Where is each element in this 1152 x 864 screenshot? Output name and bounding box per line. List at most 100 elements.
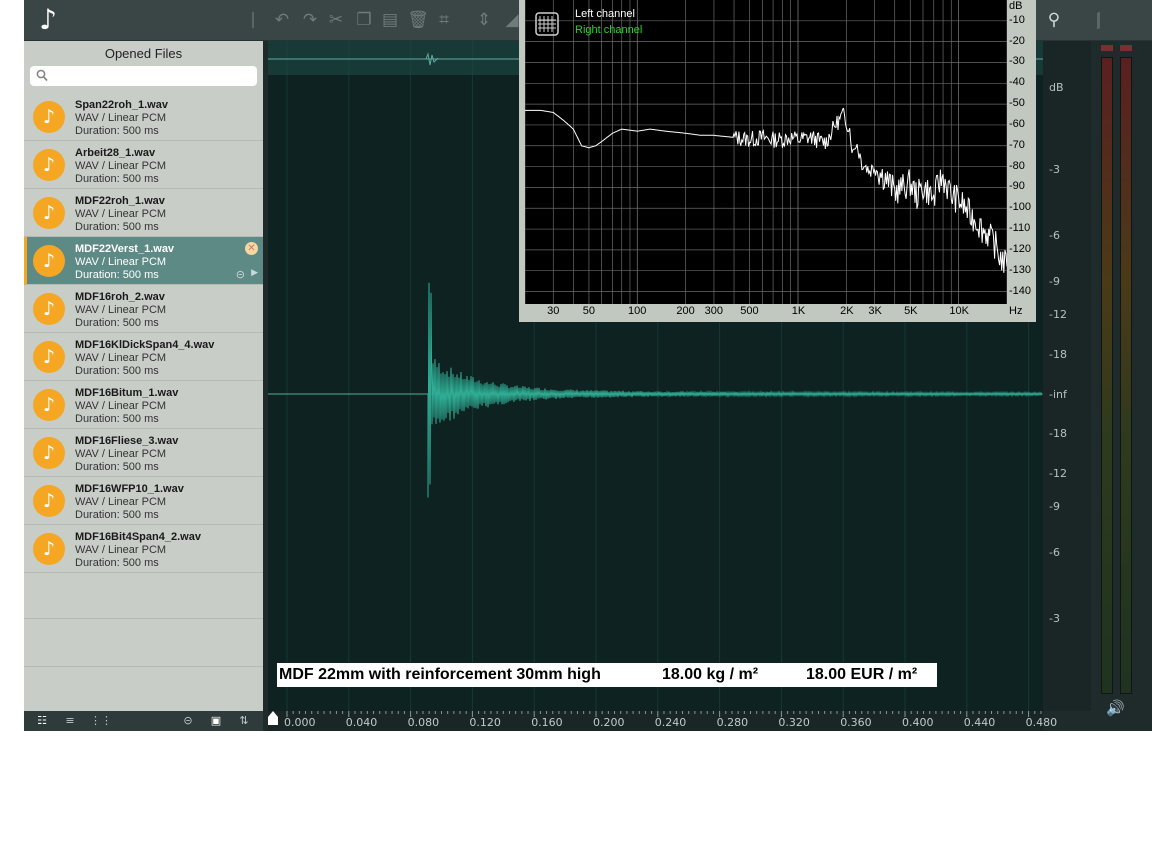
file-duration: Duration: 500 ms <box>75 365 159 377</box>
spectrum-x-tick-label: 500 <box>740 305 759 317</box>
file-list-item[interactable]: ♪ MDF16Bitum_1.wav WAV / Linear PCM Duratio… <box>24 381 263 429</box>
time-tick-label: 0.480 <box>1025 716 1058 729</box>
spectrum-y-tick-label: -10 <box>1009 13 1025 26</box>
file-format: WAV / Linear PCM <box>75 544 167 556</box>
app-logo-icon[interactable]: ♪ <box>34 4 62 36</box>
crop-icon[interactable]: ⌗ <box>432 8 456 32</box>
file-name: MDF22Verst_1.wav <box>75 243 175 255</box>
redo-icon[interactable]: ↷ <box>298 8 322 32</box>
close-file-icon[interactable]: ✕ <box>245 242 258 255</box>
link-icon[interactable]: ⊝ <box>180 713 196 729</box>
file-format: WAV / Linear PCM <box>75 256 167 268</box>
file-duration: Duration: 500 ms <box>75 509 159 521</box>
audio-file-icon: ♪ <box>33 197 65 229</box>
playhead-marker <box>268 711 278 725</box>
file-list-item[interactable]: ♪ Arbeit28_1.wav WAV / Linear PCM Duration:… <box>24 141 263 189</box>
file-list-item[interactable]: ♪ MDF22Verst_1.wav WAV / Linear PCM Duratio… <box>24 237 263 285</box>
spectrum-y-tick-label: -110 <box>1009 222 1031 235</box>
divider <box>24 618 263 619</box>
audio-file-icon: ♪ <box>33 293 65 325</box>
right-peak-indicator <box>1120 45 1132 51</box>
delete-icon[interactable]: 🗑 <box>406 8 430 32</box>
cut-icon[interactable]: ✂ <box>324 8 348 32</box>
play-icon[interactable]: ▶ <box>251 268 258 278</box>
toolbar-separator <box>252 12 254 28</box>
file-format: WAV / Linear PCM <box>75 400 167 412</box>
spectrum-x-tick-label: 300 <box>704 305 724 317</box>
paste-icon[interactable]: ▤ <box>378 8 402 32</box>
spectrum-y-unit: dB <box>1009 0 1023 12</box>
audio-file-icon: ♪ <box>33 149 65 181</box>
file-list-item[interactable]: ♪ MDF16KlDickSpan4_4.wav WAV / Linear PCM D… <box>24 333 263 381</box>
db-tick-label: -18 <box>1049 348 1067 361</box>
file-format: WAV / Linear PCM <box>75 352 167 364</box>
link-icon[interactable]: ⊝ <box>236 268 245 281</box>
file-list-item[interactable]: ♪ MDF16Bit4Span4_2.wav WAV / Linear PCM Dur… <box>24 525 263 573</box>
time-tick-label: 0.080 <box>407 716 440 729</box>
opened-files-panel: Opened Files ♪ Span22roh_1.wav WAV / Linea… <box>24 41 263 711</box>
file-name: Span22roh_1.wav <box>75 99 168 111</box>
spectrum-y-tick-label: -60 <box>1009 117 1025 130</box>
image-icon[interactable]: ▣ <box>208 713 224 729</box>
spectrum-x-tick-label: 50 <box>582 305 595 317</box>
panel-title: Opened Files <box>104 46 183 61</box>
audio-file-icon: ♪ <box>33 389 65 421</box>
spectrum-plot: Left channel Right channel <box>525 0 1007 304</box>
db-unit-label: dB <box>1049 81 1064 94</box>
file-format: WAV / Linear PCM <box>75 160 167 172</box>
db-tick-label: -inf <box>1049 388 1067 401</box>
detail-view-icon[interactable]: ☷ <box>34 713 50 729</box>
file-format: WAV / Linear PCM <box>75 208 167 220</box>
file-name: MDF16WFP10_1.wav <box>75 483 184 495</box>
db-tick-label: -12 <box>1049 467 1067 480</box>
spectrum-y-tick-label: -80 <box>1009 159 1025 172</box>
spectrum-y-tick-label: -30 <box>1009 55 1025 68</box>
spectrum-x-tick-label: 10K <box>949 305 969 317</box>
toolbar-separator <box>1097 13 1099 29</box>
volume-icon[interactable]: 🔊 <box>1106 699 1125 717</box>
file-duration: Duration: 500 ms <box>75 269 159 281</box>
spectrum-x-tick-label: 200 <box>676 305 695 317</box>
list-view-icon[interactable]: ≡ <box>62 713 78 729</box>
spectrum-y-tick-label: -70 <box>1009 138 1025 151</box>
left-level-meter <box>1101 57 1113 694</box>
legend-right-channel: Right channel <box>575 24 643 36</box>
file-list-item[interactable]: ♪ MDF22roh_1.wav WAV / Linear PCM Duration:… <box>24 189 263 237</box>
time-ruler[interactable]: 0.000 0.040 0.080 0.120 0.160 0.200 0.240 0.280… <box>268 711 1057 731</box>
time-tick-label: 0.200 <box>593 716 625 729</box>
search-input[interactable] <box>30 66 257 86</box>
grid-view-icon[interactable]: ⋮⋮ <box>90 713 112 729</box>
normalize-icon[interactable]: ⇕ <box>472 8 496 32</box>
file-list-item[interactable]: ♪ Span22roh_1.wav WAV / Linear PCM Duration… <box>24 93 263 141</box>
level-meters: 🔊 <box>1091 13 1152 731</box>
copy-icon[interactable]: ❐ <box>352 8 376 32</box>
db-tick-label: -6 <box>1049 229 1060 242</box>
time-tick-label: 0.040 <box>345 716 378 729</box>
undo-icon[interactable]: ↶ <box>270 8 294 32</box>
db-tick-label: -6 <box>1049 546 1060 559</box>
file-name: MDF16Bit4Span4_2.wav <box>75 531 201 543</box>
file-duration: Duration: 500 ms <box>75 317 159 329</box>
file-name: MDF22roh_1.wav <box>75 195 165 207</box>
caption-description: MDF 22mm with reinforcement 30mm high <box>279 666 601 683</box>
spectrum-x-tick-label: 3K <box>868 305 882 317</box>
file-format: WAV / Linear PCM <box>75 448 167 460</box>
file-list-item[interactable]: ♪ MDF16roh_2.wav WAV / Linear PCM Duration:… <box>24 285 263 333</box>
file-list-item[interactable]: ♪ MDF16WFP10_1.wav WAV / Linear PCM Duratio… <box>24 477 263 525</box>
spectrum-x-tick-label: 5K <box>904 305 918 317</box>
spectrum-y-tick-label: -20 <box>1009 34 1025 47</box>
file-list-item[interactable]: ♪ MDF16Fliese_3.wav WAV / Linear PCM Durati… <box>24 429 263 477</box>
time-tick-label: 0.000 <box>284 716 316 729</box>
search-icon <box>36 69 48 82</box>
time-tick-label: 0.360 <box>840 716 872 729</box>
time-tick-label: 0.320 <box>778 716 810 729</box>
db-tick-label: -3 <box>1049 163 1060 176</box>
file-name: MDF16KlDickSpan4_4.wav <box>75 339 215 351</box>
spectrum-y-tick-label: -50 <box>1009 97 1025 110</box>
spectrum-settings-icon[interactable] <box>535 12 559 36</box>
spectrum-y-tick-label: -120 <box>1009 242 1032 255</box>
sort-icon[interactable]: ⇅ <box>236 713 252 729</box>
caption-price: 18.00 EUR / m² <box>806 666 918 683</box>
frequency-analysis-window[interactable]: Left channel Right channel dB Hz -10 -20 -… <box>519 0 1036 322</box>
tuning-fork-icon[interactable]: ⚲ <box>1042 8 1066 32</box>
